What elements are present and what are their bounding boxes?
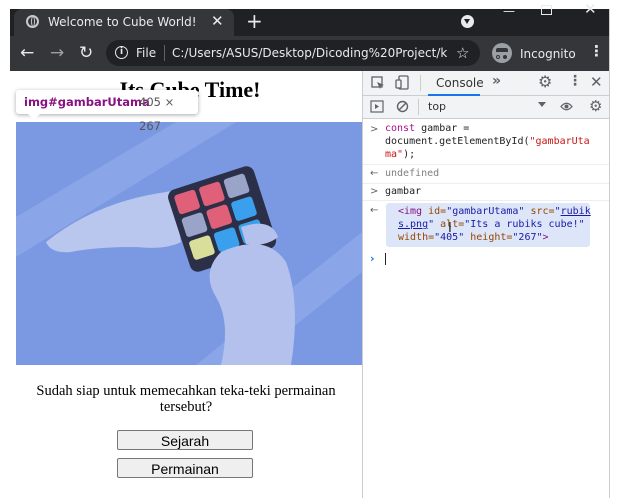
window-edge	[609, 9, 610, 498]
code-string: "gambarUta	[529, 136, 590, 147]
html-tag: >	[542, 232, 549, 243]
back-button[interactable]: ←	[20, 43, 34, 63]
address-bar[interactable]: i File C:/Users/ASUS/Desktop/Dicoding%20…	[106, 40, 480, 66]
url-scheme-label: File	[136, 46, 157, 60]
console-prompt-icon: ›	[370, 252, 375, 265]
rubiks-cube-image	[16, 122, 362, 365]
globe-icon	[26, 15, 39, 28]
code-text: );	[403, 149, 416, 160]
html-value: "Its a rubiks cube!"	[464, 219, 585, 230]
tab-close-icon[interactable]: ✕	[211, 12, 224, 30]
element-inspect-tooltip: img#gambarUtama 405 × 267	[16, 90, 198, 133]
browser-tab[interactable]: Welcome to Cube World! ✕	[14, 9, 234, 36]
question-text: Sudah siap untuk memecahkan teka-teki pe…	[36, 383, 336, 415]
element-line: width="405" height="267">	[398, 232, 549, 243]
code-text: document.getElementById(	[385, 136, 530, 147]
live-expression-eye-icon[interactable]	[560, 100, 573, 113]
src-link[interactable]: s.png	[398, 219, 428, 230]
maximize-window-button[interactable]	[541, 5, 552, 15]
info-icon[interactable]: i	[115, 46, 128, 59]
console-code-line: ma");	[385, 149, 415, 160]
src-link[interactable]: rubik	[561, 206, 591, 217]
mouse-ibeam-cursor-icon: I	[448, 221, 452, 236]
keyword-const: const	[385, 123, 416, 134]
permainan-button[interactable]: Permainan	[117, 458, 253, 478]
html-value: "gambarUtama"	[446, 206, 525, 217]
tooltip-dimensions: 405 × 267	[139, 95, 175, 133]
html-attr: id=	[422, 206, 447, 217]
incognito-label[interactable]: Incognito	[520, 47, 576, 61]
minimize-window-button[interactable]: —	[503, 4, 515, 18]
tab-search-icon[interactable]	[461, 15, 474, 28]
context-selector[interactable]: top	[424, 99, 548, 115]
reload-button[interactable]: ↻	[79, 43, 93, 63]
context-selector-value: top	[428, 100, 447, 113]
rubiks-cube-illustration	[16, 122, 362, 365]
url-separator	[164, 45, 165, 61]
console-result-text: undefined	[385, 168, 440, 179]
html-attr: src=	[524, 206, 555, 217]
console-input-caret[interactable]	[385, 253, 386, 265]
incognito-icon[interactable]	[492, 43, 512, 63]
input-chevron-icon: >	[370, 124, 379, 135]
new-tab-button[interactable]: +	[246, 9, 263, 33]
result-arrow-icon: ←	[370, 168, 379, 179]
console-settings-gear-icon[interactable]: ⚙	[589, 97, 602, 115]
console-code-line: document.getElementById("gambarUta	[385, 136, 590, 147]
code-text: gambar =	[415, 123, 470, 134]
settings-gear-icon[interactable]: ⚙	[538, 72, 552, 91]
bookmark-star-icon[interactable]: ☆	[456, 44, 469, 62]
console-code-line: gambar	[385, 186, 422, 197]
close-devtools-icon[interactable]: ✕	[590, 73, 603, 91]
more-tabs-icon[interactable]: »	[492, 73, 501, 89]
tab-title: Welcome to Cube World!	[48, 15, 197, 29]
tooltip-selector: img#gambarUtama	[24, 95, 150, 109]
devtools-menu-icon[interactable]: ⋮	[568, 73, 582, 89]
forward-button[interactable]: →	[50, 43, 64, 63]
console-result-entry: ← undefined	[363, 165, 609, 184]
input-chevron-icon: >	[370, 186, 379, 197]
element-line: s.png" alt="Its a rubiks cube!"	[398, 219, 585, 230]
tab-console-label: Console	[436, 76, 484, 90]
console-code-line: const gambar =	[385, 123, 469, 134]
device-toolbar-icon[interactable]	[395, 75, 409, 90]
html-attr: width=	[398, 232, 435, 243]
html-tag: <img	[398, 206, 423, 217]
element-result[interactable]: <img id="gambarUtama" src="rubik s.png" …	[386, 203, 591, 247]
html-attr: height=	[464, 232, 513, 243]
tooltip-caret	[28, 114, 40, 120]
inspect-element-icon[interactable]	[371, 76, 385, 90]
code-string: ma"	[385, 149, 404, 160]
element-line: <img id="gambarUtama" src="rubik	[398, 206, 591, 217]
tab-console[interactable]: Console	[428, 71, 484, 96]
close-window-button[interactable]: ✕	[584, 0, 597, 18]
html-value: "267"	[512, 232, 543, 243]
toolbar-divider	[420, 75, 421, 91]
url-text[interactable]: C:/Users/ASUS/Desktop/Dicoding%20Project…	[172, 46, 447, 60]
toolbar-divider	[418, 99, 419, 115]
console-input-entry: > const gambar = document.getElementById…	[363, 119, 609, 165]
clear-console-icon[interactable]	[396, 100, 409, 113]
show-sidebar-icon[interactable]	[370, 100, 384, 113]
browser-menu-button[interactable]: ⋮	[589, 42, 604, 60]
console-input-entry: > gambar	[363, 184, 609, 201]
result-arrow-icon: ←	[370, 205, 379, 216]
sejarah-button[interactable]: Sejarah	[117, 430, 253, 450]
chevron-down-icon	[538, 102, 546, 107]
